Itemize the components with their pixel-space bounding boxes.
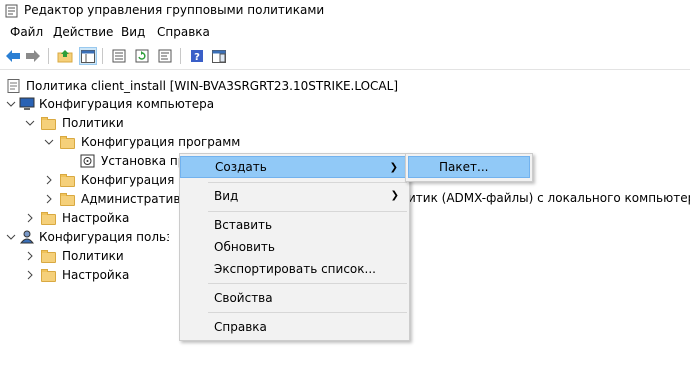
up-folder-icon: [57, 50, 73, 63]
menu-item-label: Обновить: [214, 240, 275, 254]
tree-item-label: Установка программ: [101, 153, 191, 168]
tree-item-label: Конфигурация Windows: [81, 172, 177, 187]
context-menu-export[interactable]: Экспортировать список...: [180, 258, 409, 280]
tree-item-label: Конфигурация пользователя: [39, 229, 169, 244]
menu-item-label: Создать: [215, 160, 267, 174]
admin-templates-label-tail: итик (ADMX-файлы) с локального компьютер…: [408, 191, 690, 205]
window-title: Редактор управления групповыми политикам…: [24, 3, 325, 17]
menu-item-label: Экспортировать список...: [214, 262, 376, 276]
show-pane-button[interactable]: [210, 47, 228, 65]
menu-separator: [208, 211, 407, 212]
back-icon: [6, 50, 20, 62]
chevron-right-icon: [27, 270, 33, 279]
menu-separator: [208, 283, 407, 284]
submenu-create: Пакет...: [405, 153, 533, 182]
help-icon: ?: [191, 50, 203, 63]
toolbar-separator: [48, 48, 49, 64]
svg-text:?: ?: [194, 52, 200, 63]
tree-root[interactable]: Политика client_install [WIN-BVA3SRGRT23…: [6, 76, 398, 95]
tree-item-software-install[interactable]: Установка программ: [80, 151, 191, 170]
chevron-down-icon: [25, 120, 35, 126]
show-pane-icon: [212, 49, 226, 63]
menu-item-label: Пакет...: [439, 160, 489, 174]
context-menu: Создать ❯ Вид ❯ Вставить Обновить Экспор…: [179, 153, 410, 341]
tree-item-label: Конфигурация компьютера: [39, 96, 215, 111]
tree-item-software-config[interactable]: Конфигурация программ: [44, 132, 240, 151]
chevron-right-icon: ❯: [390, 190, 399, 201]
context-menu-view[interactable]: Вид ❯: [180, 185, 409, 207]
context-menu-properties[interactable]: Свойства: [180, 287, 409, 309]
tree-item-label: Настройка: [62, 267, 130, 282]
forward-icon: [26, 50, 40, 62]
chevron-right-icon: ❯: [389, 162, 398, 173]
tree-item-label: Конфигурация программ: [81, 134, 241, 149]
forward-button[interactable]: [24, 47, 42, 65]
export-list-button[interactable]: [110, 47, 128, 65]
tree-item-user-config[interactable]: Конфигурация пользователя: [6, 227, 169, 246]
menu-bar: Файл Действие Вид Справка: [0, 22, 690, 42]
tree-item-label: Политики: [62, 115, 124, 130]
menu-separator: [208, 312, 407, 313]
context-menu-help[interactable]: Справка: [180, 316, 409, 338]
menu-item-label: Вставить: [214, 218, 273, 232]
tree-item-uc-settings[interactable]: Настройка: [25, 265, 129, 284]
folder-icon: [60, 192, 75, 206]
menu-view[interactable]: Вид: [121, 25, 145, 39]
show-hide-tree-icon: [81, 49, 95, 63]
menu-item-label: Справка: [214, 320, 267, 334]
tree-item-computer-config[interactable]: Конфигурация компьютера: [6, 94, 214, 113]
chevron-right-icon: [27, 251, 33, 260]
folder-icon: [41, 268, 56, 282]
tree-item-label: Политики: [62, 248, 124, 263]
folder-icon: [60, 135, 75, 149]
computer-icon: [19, 97, 35, 110]
policy-document-icon: [7, 78, 20, 93]
tree-item-cc-settings[interactable]: Настройка: [25, 208, 129, 227]
folder-icon: [41, 116, 56, 130]
menu-separator: [208, 182, 407, 183]
up-folder-button[interactable]: [56, 47, 74, 65]
toolbar-separator: [180, 48, 181, 64]
chevron-right-icon: [46, 194, 52, 203]
export-list-icon: [112, 49, 126, 63]
software-install-icon: [80, 154, 95, 167]
context-menu-refresh[interactable]: Обновить: [180, 236, 409, 258]
show-hide-tree-button[interactable]: [79, 47, 97, 65]
chevron-down-icon: [6, 234, 16, 240]
tree-item-windows-config[interactable]: Конфигурация Windows: [44, 170, 177, 189]
user-icon: [19, 230, 35, 243]
tree-item-label: Настройка: [62, 210, 130, 225]
gpo-editor-icon: [5, 4, 18, 18]
chevron-right-icon: [27, 213, 33, 222]
menu-file[interactable]: Файл: [10, 25, 43, 39]
folder-icon: [41, 249, 56, 263]
properties-button[interactable]: [156, 47, 174, 65]
tree-root-label: Политика client_install [WIN-BVA3SRGRT23…: [26, 78, 398, 93]
context-menu-create[interactable]: Создать ❯: [180, 156, 409, 178]
menu-item-label: Свойства: [214, 291, 273, 305]
refresh-button[interactable]: [133, 47, 151, 65]
tree-item-uc-policies[interactable]: Политики: [25, 246, 124, 265]
context-menu-paste[interactable]: Вставить: [180, 214, 409, 236]
toolbar-separator: [102, 48, 103, 64]
properties-icon: [158, 49, 172, 63]
refresh-icon: [135, 49, 149, 63]
tree-item-cc-policies[interactable]: Политики: [25, 113, 124, 132]
menu-help[interactable]: Справка: [157, 25, 210, 39]
title-bar: Редактор управления групповыми политикам…: [0, 0, 690, 22]
back-button[interactable]: [4, 47, 22, 65]
submenu-package[interactable]: Пакет...: [408, 156, 530, 178]
toolbar: ?: [0, 43, 690, 70]
help-button[interactable]: ?: [188, 47, 206, 65]
menu-action[interactable]: Действие: [53, 25, 113, 39]
chevron-down-icon: [6, 101, 16, 107]
folder-icon: [60, 173, 75, 187]
chevron-right-icon: [46, 175, 52, 184]
menu-item-label: Вид: [214, 189, 239, 203]
folder-icon: [41, 211, 56, 225]
chevron-down-icon: [44, 139, 54, 145]
